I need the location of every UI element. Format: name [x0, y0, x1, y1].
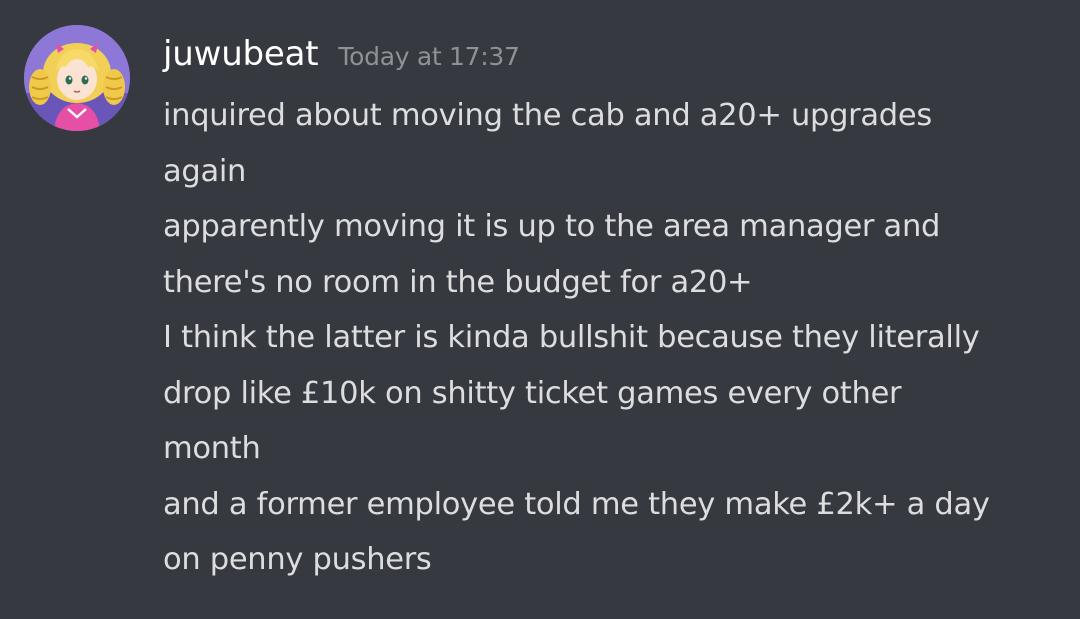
message-line: apparently moving it is up to the area m…	[163, 209, 941, 244]
anime-girl-avatar-icon	[24, 25, 130, 131]
message-line: there's no room in the budget for a20+	[163, 264, 753, 300]
message-content: inquired about moving the cab and a20+ u…	[163, 88, 1063, 588]
message-line: drop like £10k on shitty ticket games ev…	[163, 375, 902, 411]
message-line: on penny pushers	[163, 542, 432, 577]
user-avatar[interactable]	[24, 25, 130, 131]
username[interactable]: juwubeat	[163, 34, 319, 74]
message-line: month	[163, 431, 261, 466]
message-line: and a former employee told me they make …	[163, 486, 990, 522]
chat-message: juwubeat Today at 17:37 inquired about m…	[0, 0, 1080, 619]
message-line: I think the latter is kinda bullshit bec…	[163, 320, 980, 355]
message-line: again	[163, 153, 247, 189]
timestamp: Today at 17:37	[338, 42, 520, 71]
message-header: juwubeat Today at 17:37	[163, 34, 520, 78]
message-line: inquired about moving the cab and a20+ u…	[163, 98, 932, 133]
